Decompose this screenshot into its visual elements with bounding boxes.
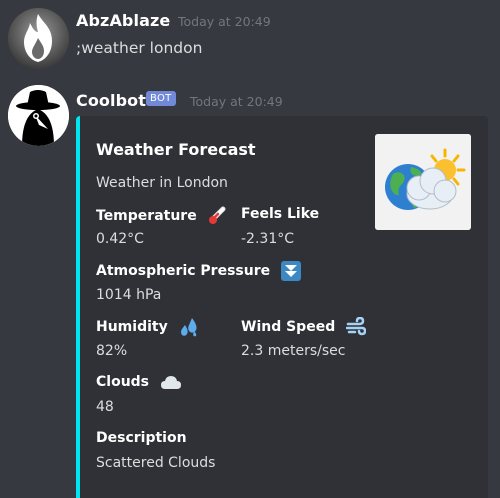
field-feels-like-name: Feels Like (241, 206, 320, 222)
double-down-arrow-icon (281, 261, 301, 281)
embed-title: Weather Forecast (96, 140, 256, 159)
author-name[interactable]: AbzAblaze (76, 11, 170, 30)
field-wind-speed-value: 2.3 meters/sec (241, 343, 346, 359)
plague-doctor-icon (8, 85, 69, 146)
avatar-coolbot[interactable] (8, 85, 69, 146)
wind-icon (346, 317, 367, 336)
timestamp: Today at 20:49 (178, 14, 271, 29)
thermometer-icon (208, 206, 226, 224)
field-wind-speed-name: Wind Speed (241, 317, 367, 337)
author-name[interactable]: Coolbot (76, 91, 146, 110)
field-feels-like-value: -2.31°C (241, 231, 294, 247)
field-humidity-name: Humidity (96, 317, 199, 337)
field-temperature-value: 0.42°C (96, 231, 144, 247)
field-description-name: Description (96, 430, 187, 446)
weather-globe-sun-cloud-icon (375, 134, 471, 230)
field-clouds-name: Clouds (96, 373, 182, 391)
message-text: ;weather london (76, 39, 203, 57)
flame-icon (8, 8, 69, 69)
bot-badge: BOT (146, 91, 176, 106)
field-description-value: Scattered Clouds (96, 455, 216, 471)
embed-description: Weather in London (96, 175, 228, 191)
avatar-abzablaze[interactable] (8, 8, 69, 69)
field-humidity-value: 82% (96, 343, 128, 359)
timestamp: Today at 20:49 (190, 94, 283, 109)
field-pressure-value: 1014 hPa (96, 287, 162, 303)
embed-accent-bar (76, 116, 80, 498)
weather-thumbnail[interactable] (375, 134, 471, 230)
field-temperature-name: Temperature (96, 206, 228, 226)
field-clouds-value: 48 (96, 399, 114, 415)
field-pressure-name: Atmospheric Pressure (96, 261, 301, 281)
cloud-icon (160, 376, 181, 389)
weather-embed: Weather Forecast Weather in London Tempe… (76, 116, 488, 498)
droplets-icon (180, 318, 197, 337)
